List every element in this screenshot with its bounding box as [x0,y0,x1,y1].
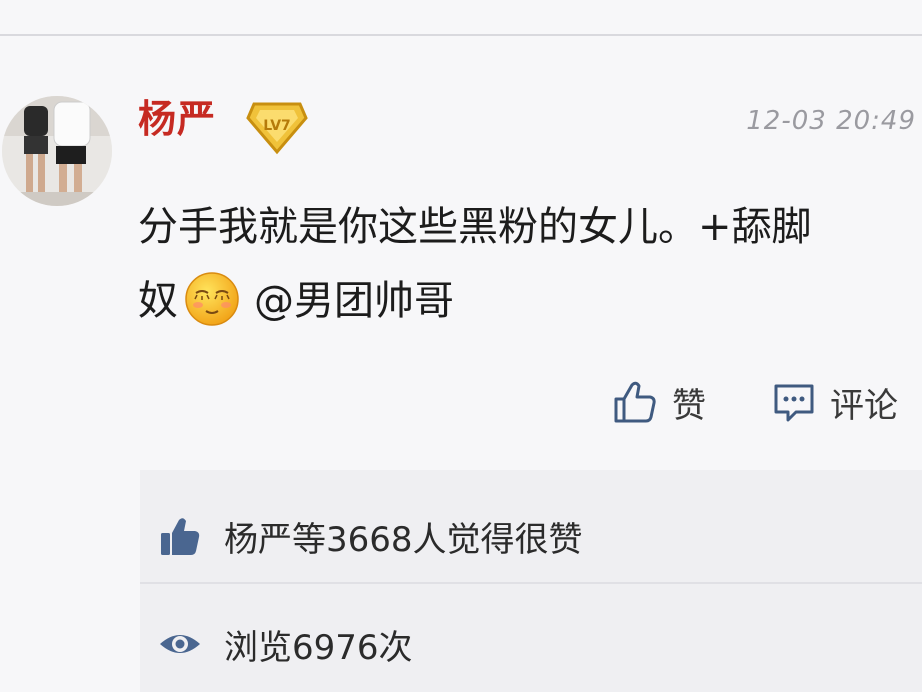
like-button[interactable]: 赞 [612,372,706,432]
stats-panel: 杨严等3668人觉得很赞 浏览6976次 [140,470,922,692]
post-page: 杨严 LV7 12-03 20:49 分手我就是你这些黑粉的女儿。+舔脚 奴 @… [0,0,922,692]
svg-text:LV7: LV7 [263,118,291,134]
like-label: 赞 [672,385,706,426]
post-timestamp: 12-03 20:49 [746,106,916,136]
post-content-line-2-prefix: 奴 [138,278,178,324]
post-content-line-1: 分手我就是你这些黑粉的女儿。+舔脚 [138,204,812,250]
panel-divider [140,582,922,584]
post-content: 分手我就是你这些黑粉的女儿。+舔脚 奴 @男团帅哥 [138,190,908,338]
top-divider [0,34,922,36]
views-summary-row: 浏览6976次 [140,600,922,688]
likes-summary-row[interactable]: 杨严等3668人觉得很赞 [140,492,922,580]
mention-link[interactable]: @男团帅哥 [254,278,454,324]
thumbs-up-filled-icon [161,518,200,555]
thumbs-up-outline-icon [614,381,656,423]
post-actions: 赞 评论 [612,372,922,432]
comment-bubble-icon [774,384,814,422]
comment-label: 评论 [830,385,898,426]
username[interactable]: 杨严 [138,100,216,138]
likes-summary-text: 杨严等3668人觉得很赞 [224,519,583,560]
shy-smile-emoji-icon [184,271,240,327]
avatar-photo-icon [2,96,112,206]
avatar[interactable] [2,96,112,206]
views-summary-text: 浏览6976次 [224,627,413,668]
post-content-line-2: 奴 @男团帅哥 [138,264,908,338]
comment-button[interactable]: 评论 [772,372,898,432]
level-badge-icon: LV7 [246,96,308,156]
eye-icon [160,635,200,653]
